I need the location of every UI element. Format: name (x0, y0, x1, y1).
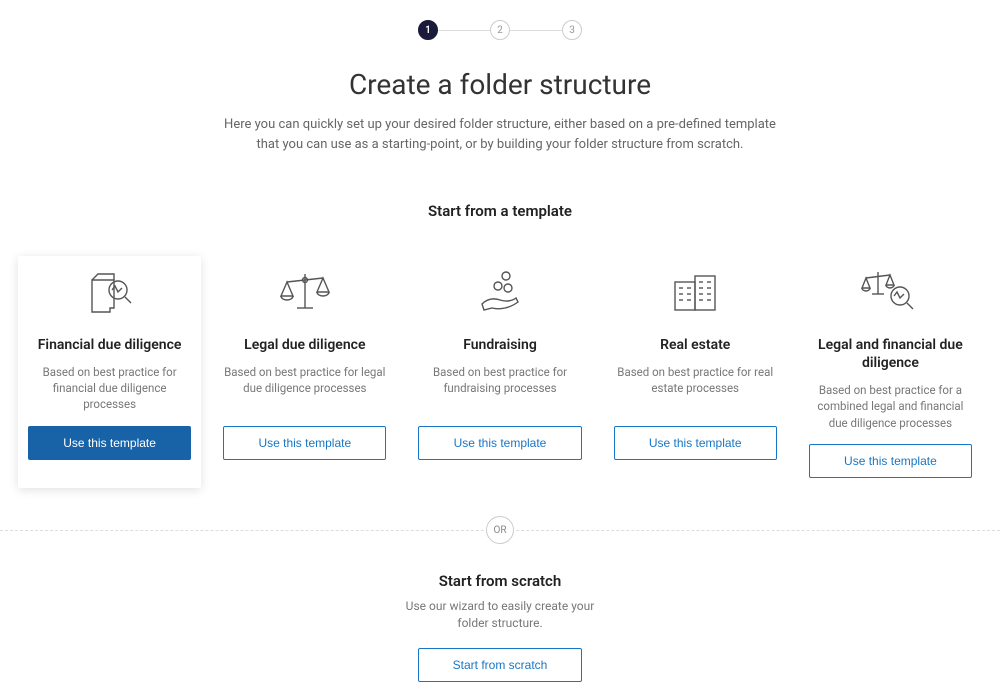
template-desc: Based on best practice for real estate p… (614, 364, 777, 414)
step-1[interactable]: 1 (418, 20, 438, 40)
template-cards: Financial due diligence Based on best pr… (0, 256, 1000, 488)
template-desc: Based on best practice for fundraising p… (418, 364, 581, 414)
step-3[interactable]: 3 (562, 20, 582, 40)
scratch-section: Start from scratch Use our wizard to eas… (0, 572, 1000, 682)
document-magnify-icon (28, 266, 191, 318)
step-2[interactable]: 2 (490, 20, 510, 40)
page-header: Create a folder structure Here you can q… (0, 68, 1000, 154)
template-title: Legal and financial due diligence (809, 336, 972, 372)
template-desc: Based on best practice for a combined le… (809, 382, 972, 432)
stepper: 1 2 3 (0, 0, 1000, 40)
template-card-legal[interactable]: Legal due diligence Based on best practi… (213, 256, 396, 488)
buildings-icon (614, 266, 777, 318)
use-template-button[interactable]: Use this template (223, 426, 386, 460)
template-card-fundraising[interactable]: Fundraising Based on best practice for f… (408, 256, 591, 488)
template-card-financial[interactable]: Financial due diligence Based on best pr… (18, 256, 201, 488)
use-template-button[interactable]: Use this template (418, 426, 581, 460)
template-desc: Based on best practice for financial due… (28, 364, 191, 414)
template-title: Fundraising (418, 336, 581, 354)
step-divider (438, 30, 490, 31)
step-divider (510, 30, 562, 31)
scales-magnify-icon (809, 266, 972, 318)
template-card-real-estate[interactable]: Real estate Based on best practice for r… (604, 256, 787, 488)
scales-icon (223, 266, 386, 318)
hand-coins-icon (418, 266, 581, 318)
page-title: Create a folder structure (0, 68, 1000, 101)
or-divider: OR (0, 516, 1000, 544)
template-title: Real estate (614, 336, 777, 354)
or-badge: OR (486, 516, 514, 544)
template-title: Legal due diligence (223, 336, 386, 354)
template-card-legal-financial[interactable]: Legal and financial due diligence Based … (799, 256, 982, 488)
start-from-scratch-button[interactable]: Start from scratch (418, 648, 583, 682)
templates-section-title: Start from a template (0, 202, 1000, 220)
template-desc: Based on best practice for legal due dil… (223, 364, 386, 414)
template-title: Financial due diligence (28, 336, 191, 354)
scratch-desc: Use our wizard to easily create your fol… (390, 598, 610, 632)
page-subtitle: Here you can quickly set up your desired… (220, 115, 780, 154)
use-template-button[interactable]: Use this template (614, 426, 777, 460)
use-template-button[interactable]: Use this template (809, 444, 972, 478)
scratch-title: Start from scratch (0, 572, 1000, 590)
use-template-button[interactable]: Use this template (28, 426, 191, 460)
